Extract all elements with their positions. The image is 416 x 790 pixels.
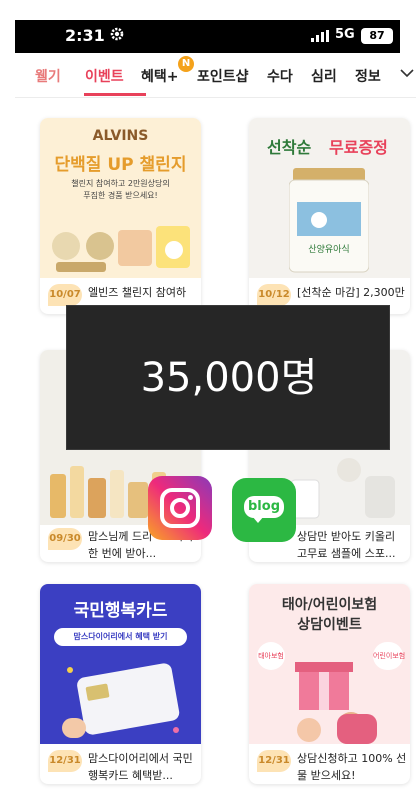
date-badge: 12/31 [257, 750, 291, 772]
event-card-image: 태아/어린이보험 상담이벤트 태아보험 어린이보험 [249, 584, 410, 744]
tab-benefit[interactable]: 혜택+ [141, 66, 179, 86]
date-badge: 09/30 [48, 528, 82, 550]
tab-psychology[interactable]: 심리 [311, 66, 337, 86]
image-ribbon: 맘스다이어리에서 혜택 받기 [54, 628, 187, 646]
brand-logo: ALVINS [92, 128, 149, 144]
event-card-image: 국민행복카드 맘스다이어리에서 혜택 받기 [40, 584, 201, 744]
instagram-glyph [160, 488, 200, 528]
tab-event[interactable]: 이벤트 [85, 66, 124, 86]
event-card-image: ALVINS 단백질 UP 챌린지 챌린지 참여하고 2만원상당의 푸짐한 경품… [40, 118, 201, 278]
category-tabs: 웰기 이벤트 혜택+ N 포인트샵 수다 심리 정보 [15, 53, 416, 98]
count-overlay: 35,000명 [66, 305, 390, 450]
product-illustration [290, 458, 395, 519]
image-headline: 단백질 UP 챌린지 [54, 155, 187, 175]
tab-wellgi[interactable]: 웰기 [35, 66, 61, 86]
card-title: 맘스다이어리에서 국민행복카드 혜택받... [88, 752, 193, 782]
overlay-count: 35,000명 [140, 355, 318, 401]
image-headline: 상담이벤트 [297, 617, 362, 633]
status-bar: 2:31 5G 87 [15, 20, 400, 53]
tab-info[interactable]: 정보 [355, 66, 381, 86]
battery-icon: 87 [361, 28, 393, 44]
formula-can-illustration [289, 168, 369, 273]
blog-icon[interactable]: blog [232, 478, 296, 542]
card-title: 상담만 받아도 키올리 고무료 샘플에 스포... [297, 530, 396, 560]
image-subtext: 푸짐한 경품 받으세요! [83, 191, 158, 200]
card-title: 엘빈즈 챌린지 참여하 [88, 286, 187, 299]
active-tab-indicator [84, 93, 146, 96]
date-badge: 10/07 [48, 284, 82, 306]
status-time: 2:31 [65, 26, 105, 45]
event-card[interactable]: 선착순 무료증정 산양유아식 10/12 [선착순 마감] 2,300만 ... [249, 118, 410, 314]
speech-tail [252, 516, 264, 523]
tab-pointshop[interactable]: 포인트샵 [197, 66, 249, 86]
image-headline: 선착순 [267, 138, 312, 157]
product-illustration [52, 226, 190, 272]
network-type: 5G [335, 27, 355, 42]
date-badge: 10/12 [257, 284, 291, 306]
can-label: 산양유아식 [308, 245, 350, 255]
event-card[interactable]: 국민행복카드 맘스다이어리에서 혜택 받기 12/31 맘스다이어리에서 국민행… [40, 584, 201, 784]
date-badge: 12/31 [48, 750, 82, 772]
event-card[interactable]: ALVINS 단백질 UP 챌린지 챌린지 참여하고 2만원상당의 푸짐한 경품… [40, 118, 201, 314]
image-headline: 태아/어린이보험 [281, 597, 378, 613]
image-subtext: 챌린지 참여하고 2만원상당의 [71, 179, 170, 188]
signal-icon [311, 30, 329, 42]
event-card-image: 선착순 무료증정 산양유아식 [249, 118, 410, 278]
gear-icon [110, 27, 124, 41]
card-illustration [62, 663, 180, 738]
blog-label: blog [244, 496, 284, 518]
image-headline-accent: 무료증정 [329, 138, 388, 157]
image-headline: 국민행복카드 [73, 601, 168, 621]
gift-illustration [295, 662, 377, 744]
tab-chat[interactable]: 수다 [267, 66, 293, 86]
instagram-icon[interactable] [148, 476, 212, 540]
chevron-down-icon[interactable] [399, 67, 415, 79]
card-title: 상담신청하고 100% 선물 받으세요! [297, 752, 407, 782]
new-badge: N [178, 56, 194, 72]
event-card[interactable]: 태아/어린이보험 상담이벤트 태아보험 어린이보험 12/31 상담신청하고 1… [249, 584, 410, 784]
